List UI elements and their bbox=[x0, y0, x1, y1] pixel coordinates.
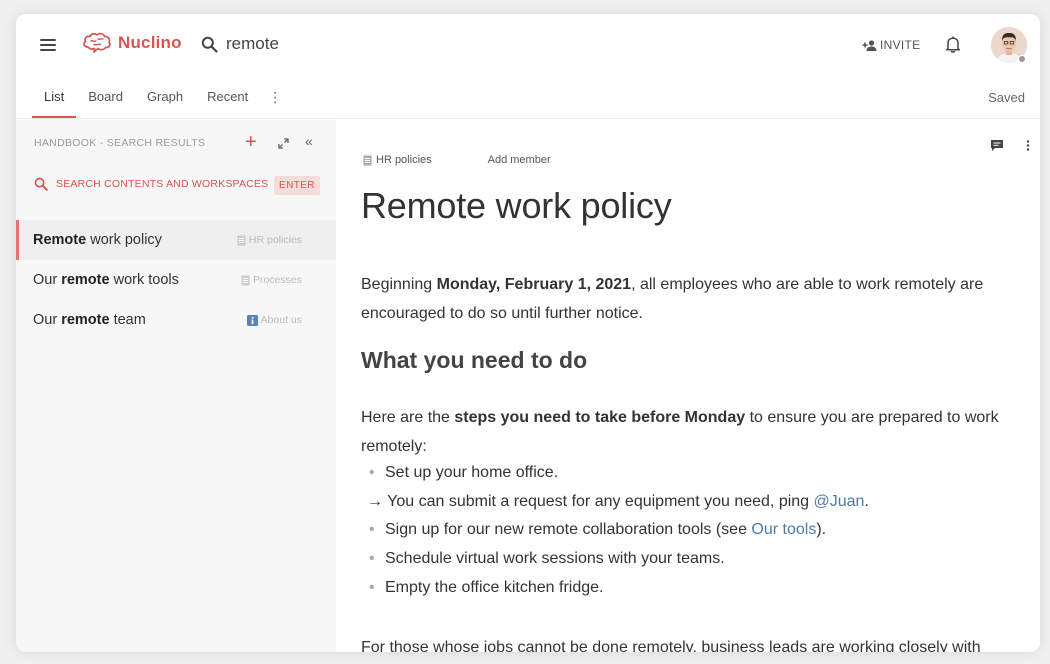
app-window: Nuclino remote INVITE List Board Graph R… bbox=[16, 14, 1040, 652]
more-tabs-icon[interactable]: ⋮ bbox=[260, 76, 290, 118]
search-result-item[interactable]: Our remote work tools Processes bbox=[16, 260, 336, 300]
title-match: Remote bbox=[33, 232, 87, 248]
tab-graph[interactable]: Graph bbox=[135, 76, 195, 118]
item-text: Empty the office kitchen fridge. bbox=[385, 578, 604, 596]
more-options-icon[interactable] bbox=[1026, 139, 1030, 157]
item-text: Schedule virtual work sessions with your… bbox=[385, 550, 725, 568]
bold-date: Monday, February 1, 2021 bbox=[436, 276, 632, 293]
location-label: HR policies bbox=[248, 234, 302, 246]
result-location: About us bbox=[246, 314, 302, 326]
breadcrumb-label: HR policies bbox=[376, 154, 432, 166]
invite-button[interactable]: INVITE bbox=[862, 38, 920, 52]
top-bar: Nuclino remote INVITE bbox=[16, 14, 1040, 76]
sidebar-header: HANDBOOK - SEARCH RESULTS bbox=[34, 137, 206, 149]
list-item[interactable]: • Schedule virtual work sessions with you… bbox=[369, 545, 869, 574]
search-workspaces-label: SEARCH CONTENTS AND WORKSPACES bbox=[56, 178, 269, 190]
invite-label: INVITE bbox=[880, 38, 921, 52]
bullet-dot: • bbox=[369, 521, 375, 539]
bell-icon[interactable] bbox=[945, 36, 961, 58]
paragraph-closing[interactable]: For those whose jobs cannot be done remo… bbox=[361, 633, 1026, 652]
document-icon bbox=[241, 275, 250, 285]
document-toolbar bbox=[968, 139, 1030, 157]
document-icon bbox=[237, 235, 246, 245]
bold-text: steps you need to take before Monday bbox=[454, 409, 746, 426]
collapse-sidebar-icon[interactable]: « bbox=[305, 133, 313, 149]
title-suffix: work policy bbox=[86, 232, 162, 248]
item-text: → You can submit a request for any equip… bbox=[367, 492, 814, 510]
search-result-item[interactable]: Remote work policy HR policies bbox=[16, 220, 336, 260]
item-text: ). bbox=[816, 521, 827, 539]
location-label: Processes bbox=[252, 274, 302, 286]
search-icon bbox=[34, 177, 48, 191]
bullet-dot: • bbox=[369, 464, 375, 481]
title-match: remote bbox=[61, 272, 110, 288]
search-query[interactable]: remote bbox=[226, 34, 279, 54]
search-workspaces-button[interactable]: SEARCH CONTENTS AND WORKSPACES bbox=[34, 177, 268, 191]
section-heading[interactable]: What you need to do bbox=[361, 347, 587, 374]
search-result-item[interactable]: Our remote team About us bbox=[16, 300, 336, 340]
save-status: Saved bbox=[988, 90, 1025, 105]
item-text: Sign up for our new remote collaboration… bbox=[385, 521, 752, 539]
result-title: Our remote team bbox=[33, 312, 146, 328]
list-item[interactable]: • Set up your home office. bbox=[369, 459, 869, 488]
brain-logo-icon bbox=[83, 32, 111, 53]
text-run: Here are the bbox=[361, 409, 455, 426]
search-icon bbox=[201, 36, 218, 53]
tab-board[interactable]: Board bbox=[76, 76, 135, 118]
title-match: remote bbox=[61, 312, 110, 328]
menu-icon[interactable] bbox=[40, 39, 56, 51]
list-item[interactable]: • Empty the office kitchen fridge. bbox=[369, 574, 869, 603]
app-name: Nuclino bbox=[118, 33, 182, 52]
title-suffix: work tools bbox=[109, 272, 179, 288]
steps-list: • Set up your home office. → You can subm… bbox=[367, 459, 869, 603]
bullet-dot: • bbox=[369, 578, 375, 596]
title-prefix: Our bbox=[33, 272, 62, 288]
mention-link[interactable]: @Juan bbox=[814, 493, 865, 510]
sidebar: HANDBOOK - SEARCH RESULTS + « SEARCH CON… bbox=[16, 119, 336, 652]
item-text: Set up your home office. bbox=[385, 464, 559, 481]
tab-list[interactable]: List bbox=[32, 76, 77, 118]
result-location: HR policies bbox=[237, 234, 302, 246]
result-title: Remote work policy bbox=[33, 232, 162, 248]
result-location: Processes bbox=[241, 274, 302, 286]
text-run: Beginning bbox=[361, 276, 437, 293]
item-text: . bbox=[864, 492, 869, 510]
paragraph-steps[interactable]: Here are the steps you need to take befo… bbox=[361, 403, 1026, 461]
list-item[interactable]: • Sign up for our new remote collaboratio… bbox=[369, 516, 869, 545]
paragraph-intro[interactable]: Beginning Monday, February 1, 2021, all … bbox=[361, 270, 1026, 328]
view-tabs: List Board Graph Recent ⋮ bbox=[32, 76, 290, 118]
enter-key-badge: ENTER bbox=[274, 176, 320, 195]
title-prefix: Our bbox=[33, 312, 62, 328]
add-item-button[interactable]: + bbox=[245, 132, 257, 152]
document-icon bbox=[363, 155, 372, 165]
tab-recent[interactable]: Recent bbox=[195, 76, 260, 118]
search-box[interactable]: remote bbox=[201, 34, 279, 54]
location-label: About us bbox=[260, 314, 302, 326]
item-link[interactable]: Our tools bbox=[751, 521, 816, 538]
add-person-icon bbox=[862, 39, 877, 51]
title-suffix: team bbox=[109, 312, 146, 328]
info-icon bbox=[246, 314, 258, 326]
comments-icon[interactable] bbox=[990, 139, 1004, 157]
breadcrumb-collection[interactable]: HR policies bbox=[363, 154, 432, 166]
result-title: Our remote work tools bbox=[33, 272, 179, 288]
add-member-button[interactable]: Add member bbox=[488, 154, 551, 166]
list-item-note[interactable]: → You can submit a request for any equip… bbox=[367, 488, 869, 517]
bullet-dot: • bbox=[369, 550, 375, 568]
document-view: HR policies Add member Remote work polic… bbox=[336, 119, 1040, 652]
expand-icon[interactable] bbox=[278, 136, 289, 154]
presence-status-dot bbox=[1018, 55, 1026, 63]
logo[interactable]: Nuclino bbox=[82, 32, 182, 54]
breadcrumb: HR policies Add member bbox=[363, 154, 551, 166]
document-title[interactable]: Remote work policy bbox=[361, 185, 672, 227]
